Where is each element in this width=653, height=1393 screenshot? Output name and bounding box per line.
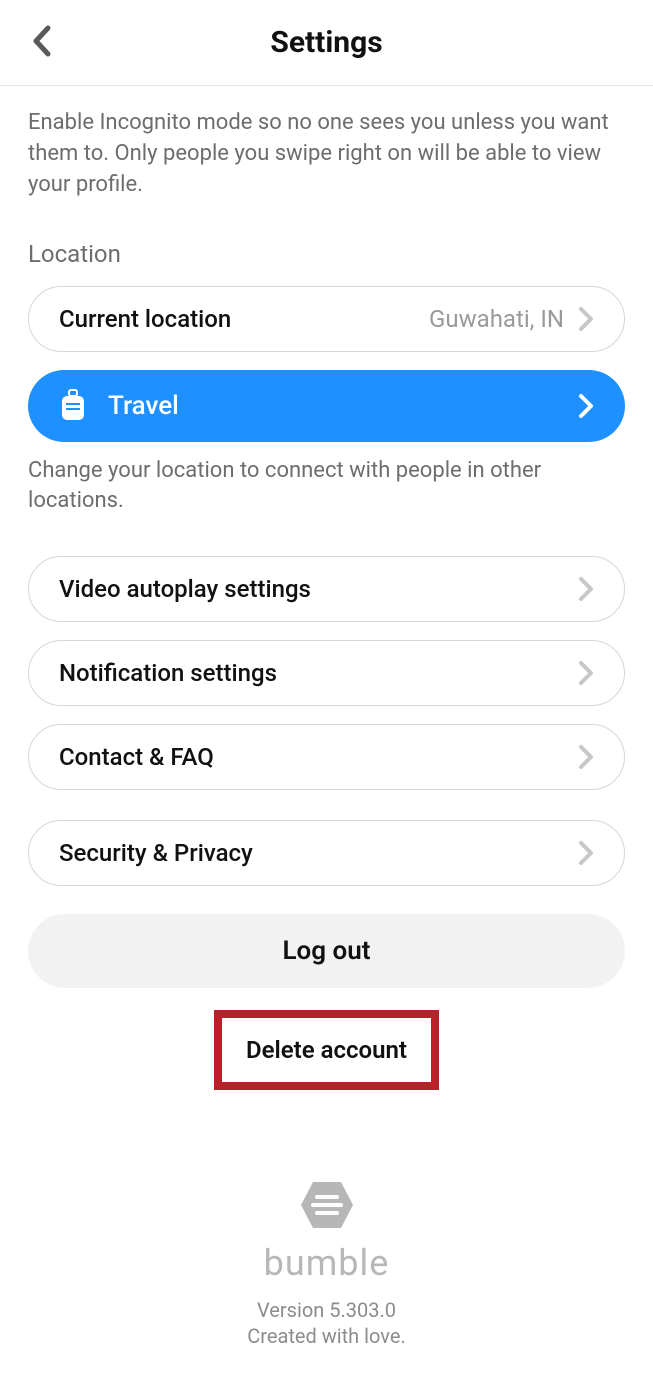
notification-settings-row[interactable]: Notification settings (28, 640, 625, 706)
created-text: Created with love. (28, 1324, 625, 1348)
current-location-value: Guwahati, IN (429, 305, 564, 333)
chevron-right-icon (578, 576, 594, 602)
notification-settings-label: Notification settings (59, 659, 277, 687)
chevron-right-icon (578, 744, 594, 770)
current-location-row[interactable]: Current location Guwahati, IN (28, 286, 625, 352)
delete-account-label: Delete account (246, 1036, 407, 1064)
video-autoplay-row[interactable]: Video autoplay settings (28, 556, 625, 622)
chevron-right-icon (578, 306, 594, 332)
chevron-left-icon (30, 24, 52, 58)
footer: bumble Version 5.303.0 Created with love… (28, 1180, 625, 1348)
back-button[interactable] (30, 24, 52, 62)
travel-description: Change your location to connect with peo… (28, 456, 625, 515)
contact-faq-row[interactable]: Contact & FAQ (28, 724, 625, 790)
logout-button[interactable]: Log out (28, 914, 625, 988)
chevron-right-icon (577, 392, 595, 420)
incognito-description: Enable Incognito mode so no one sees you… (28, 108, 625, 200)
travel-row[interactable]: Travel (28, 370, 625, 442)
current-location-label: Current location (59, 305, 231, 333)
header-bar: Settings (0, 0, 653, 86)
suitcase-icon (58, 388, 88, 424)
location-section-label: Location (28, 240, 625, 268)
brand-name: bumble (28, 1242, 625, 1284)
security-privacy-row[interactable]: Security & Privacy (28, 820, 625, 886)
page-title: Settings (270, 25, 382, 60)
chevron-right-icon (578, 840, 594, 866)
travel-label: Travel (108, 391, 179, 421)
security-privacy-label: Security & Privacy (59, 839, 253, 867)
video-autoplay-label: Video autoplay settings (59, 575, 311, 603)
version-text: Version 5.303.0 (28, 1298, 625, 1322)
brand-logo-icon (299, 1180, 355, 1234)
logout-label: Log out (283, 936, 371, 966)
contact-faq-label: Contact & FAQ (59, 743, 214, 771)
chevron-right-icon (578, 660, 594, 686)
delete-account-button[interactable]: Delete account (214, 1010, 439, 1090)
